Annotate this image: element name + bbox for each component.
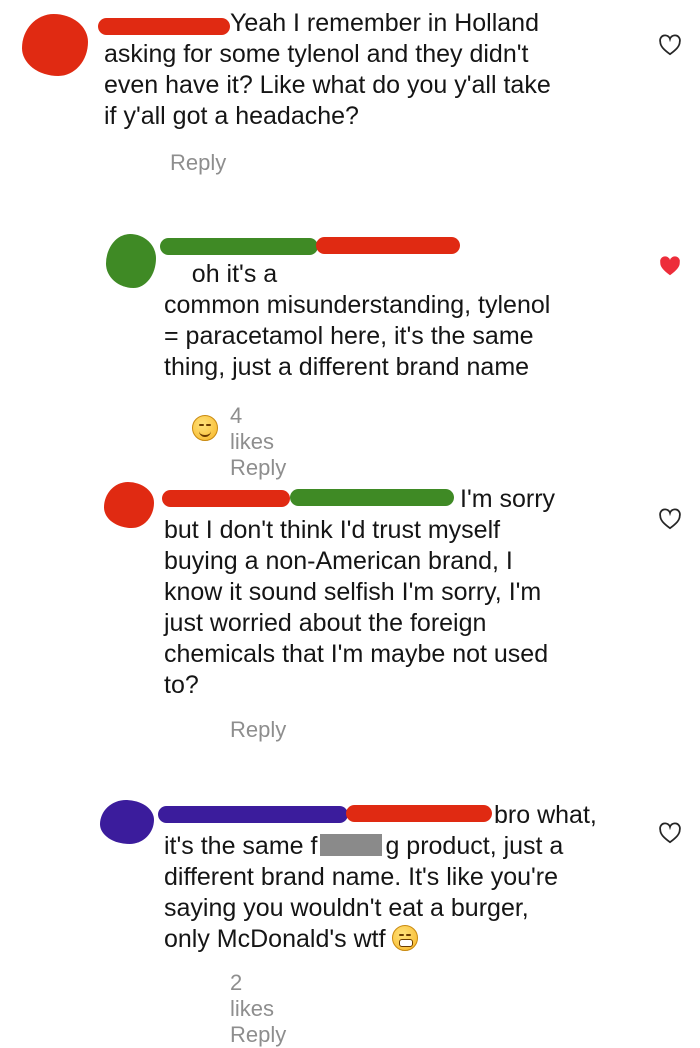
comment-text: Yeah I remember in Holland asking for so…: [104, 9, 551, 130]
likes-count[interactable]: 2 likes: [230, 970, 274, 1021]
comment-meta: 2 likes Reply: [230, 970, 322, 1048]
reply-button[interactable]: Reply: [170, 150, 226, 175]
comment-text-content: oh it's a common misunderstanding, tylen…: [164, 260, 551, 381]
smiling-emoji-icon: [191, 415, 218, 441]
reply-button[interactable]: Reply: [230, 1022, 286, 1047]
heart-outline-icon[interactable]: [657, 820, 683, 846]
grimacing-emoji-icon: [392, 925, 419, 951]
comment-meta: Reply: [230, 717, 322, 743]
likes-count[interactable]: 4 likes: [230, 403, 274, 454]
comment-meta: Reply: [170, 150, 262, 176]
comment-text: bro what, it's the same fg product, just…: [164, 800, 644, 955]
heart-filled-icon[interactable]: [657, 253, 683, 279]
heart-outline-icon[interactable]: [657, 506, 683, 532]
reply-button[interactable]: Reply: [230, 717, 286, 742]
comment-text: I'm sorry but I don't think I'd trust my…: [164, 485, 556, 699]
censor-bar: [320, 834, 383, 856]
avatar-redacted[interactable]: [106, 234, 156, 288]
avatar-redacted[interactable]: [100, 800, 154, 844]
avatar-redacted[interactable]: [104, 482, 154, 528]
comment-meta: 4 likes Reply: [230, 403, 322, 481]
avatar-redacted[interactable]: [22, 14, 88, 76]
heart-outline-icon[interactable]: [657, 32, 683, 58]
reply-button[interactable]: Reply: [230, 455, 286, 480]
